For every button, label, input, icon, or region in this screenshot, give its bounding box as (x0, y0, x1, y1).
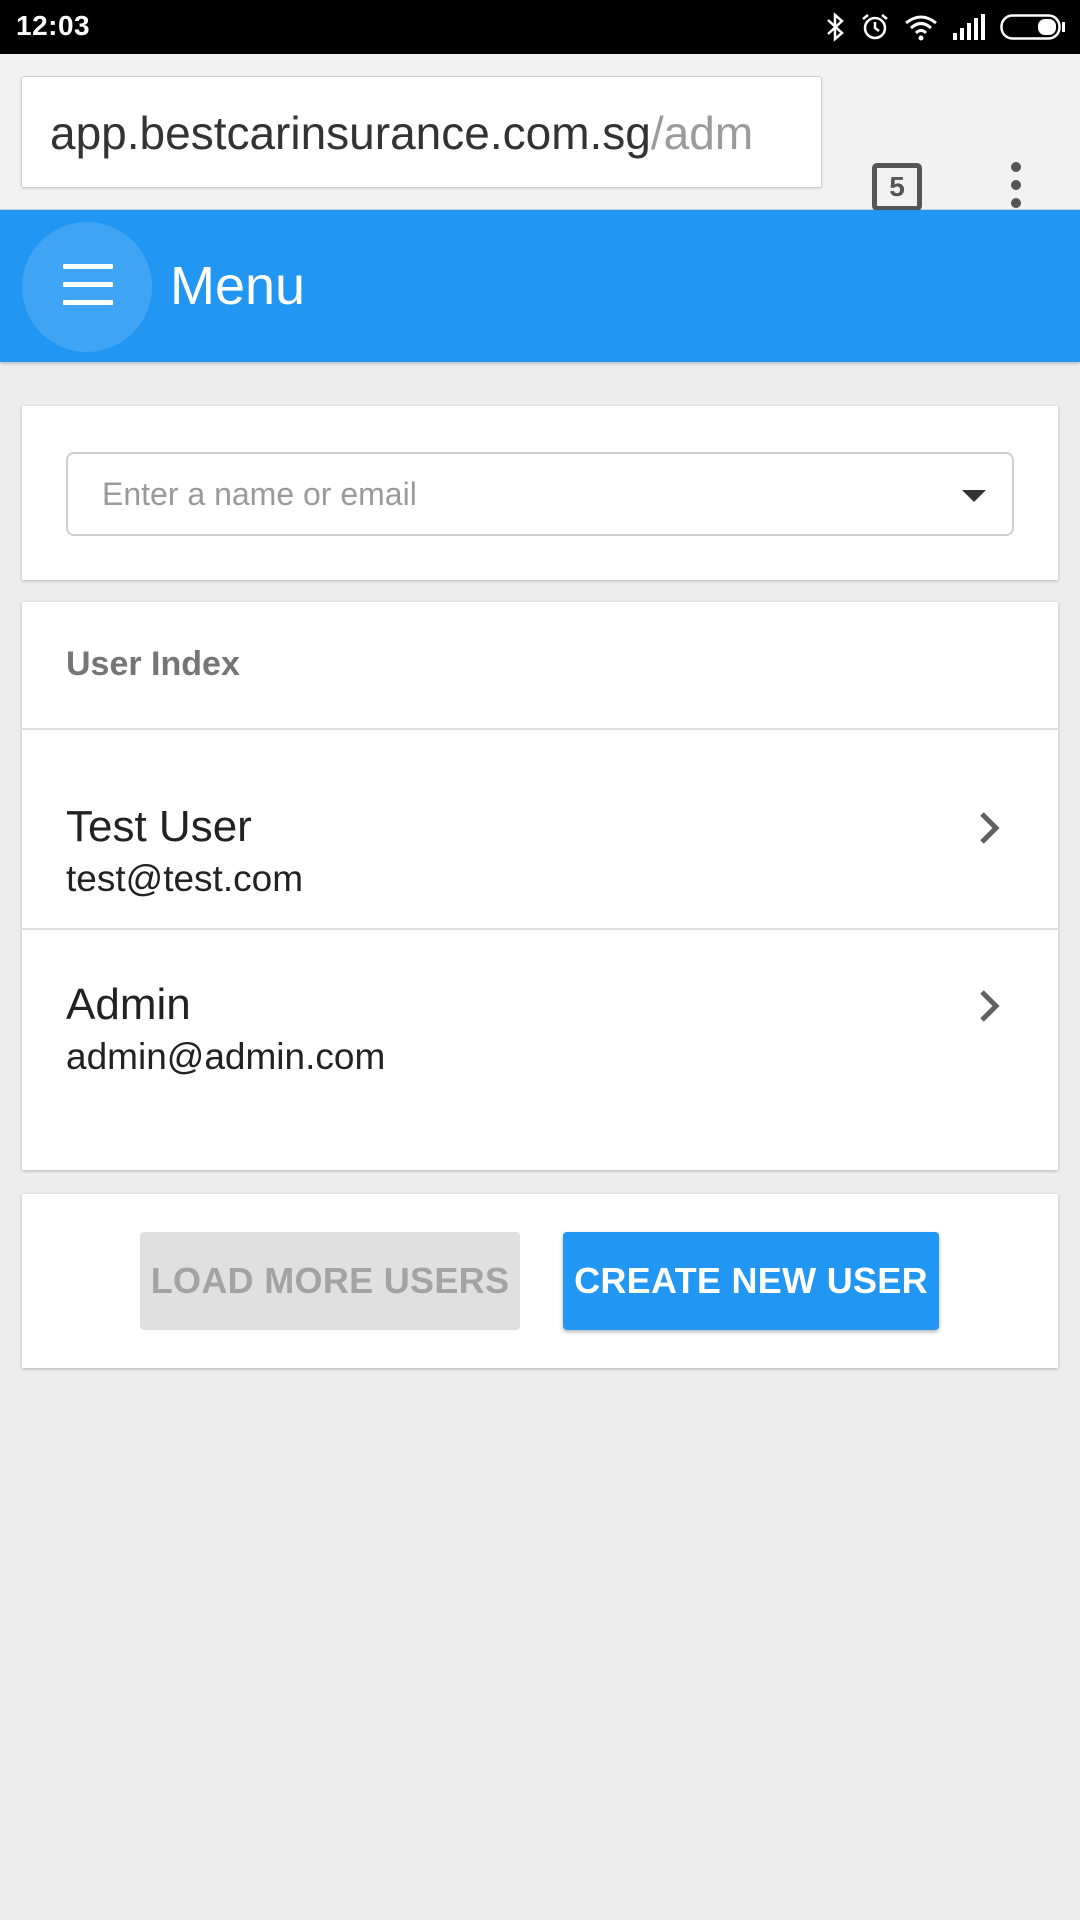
list-item[interactable]: Test User test@test.com (22, 730, 1058, 928)
user-email: test@test.com (66, 858, 304, 899)
create-new-user-button[interactable]: CREATE NEW USER (563, 1232, 939, 1330)
status-icons (824, 10, 1066, 44)
search-card (22, 406, 1058, 580)
page-title: Menu (170, 256, 306, 316)
list-item[interactable]: Admin admin@admin.com (22, 928, 1058, 1126)
wifi-icon (905, 15, 937, 41)
alarm-icon (862, 14, 888, 40)
tab-switcher-button[interactable]: 5 (872, 163, 922, 211)
load-more-users-button[interactable]: LOAD MORE USERS (140, 1232, 520, 1330)
user-search-select[interactable] (66, 452, 1014, 536)
url-path: /adm (650, 107, 754, 159)
status-time: 12:03 (16, 10, 91, 41)
signal-icon (953, 14, 985, 40)
address-bar[interactable]: app.bestcarinsurance.com.sg/adm (21, 76, 822, 188)
battery-icon (1000, 14, 1065, 40)
chevron-right-icon (980, 990, 1000, 1022)
user-name: Test User (66, 802, 252, 851)
chevron-right-icon (980, 812, 1000, 844)
user-name: Admin (66, 980, 191, 1029)
dropdown-arrow-icon[interactable] (962, 490, 986, 502)
menu-button[interactable] (22, 222, 152, 352)
app-header: Menu (0, 210, 1080, 362)
more-options-icon[interactable] (1000, 162, 1032, 210)
status-bar: 12:03 (0, 0, 1080, 54)
user-email: admin@admin.com (66, 1036, 386, 1077)
user-index-heading: User Index (22, 602, 1058, 730)
url-host: app.bestcarinsurance.com.sg (50, 107, 651, 159)
search-input[interactable] (68, 454, 928, 534)
actions-card: LOAD MORE USERS CREATE NEW USER (22, 1194, 1058, 1368)
bluetooth-icon (827, 12, 844, 42)
browser-toolbar: app.bestcarinsurance.com.sg/adm 5 (0, 54, 1080, 211)
user-index-card: User Index Test User test@test.com Admin… (22, 602, 1058, 1170)
